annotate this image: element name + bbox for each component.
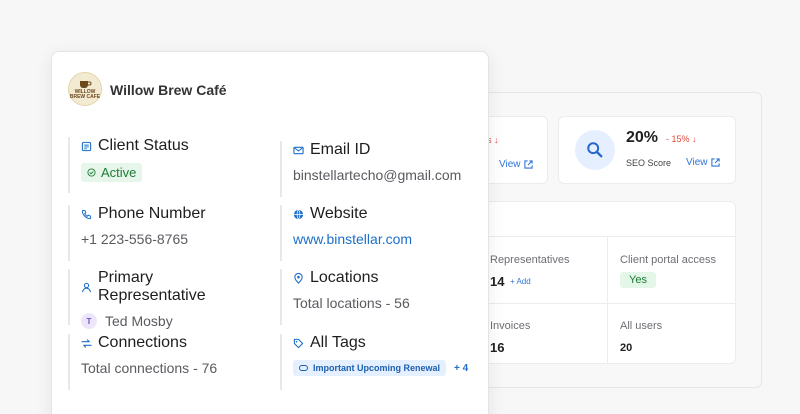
add-representative-link[interactable]: + Add [510,277,531,286]
tag-shape-icon [299,365,308,371]
tag-icon [293,338,304,348]
seo-score-label: SEO Score [626,158,672,168]
email-value[interactable]: binstellartecho@gmail.com [293,167,461,183]
website-link[interactable]: www.binstellar.com [293,231,412,247]
field-title: All Tags [310,334,366,351]
mail-icon [293,146,304,154]
globe-icon [293,209,304,219]
representatives-value: 14 [490,274,505,289]
phone-value: +1 223-556-8765 [81,231,189,247]
field-title: Client Status [98,137,189,154]
website-field: Website www.binstellar.com [280,205,475,261]
seo-score-value: 20% [626,129,659,146]
email-field: Email ID binstellartecho@gmail.com [280,141,475,197]
cafe-logo: WILLOW BREW CAFE [68,72,102,106]
location-pin-icon [294,272,303,284]
all-users-label: All users [620,320,663,332]
view-link[interactable]: View [499,159,533,170]
connections-value: Total connections - 76 [81,360,218,376]
external-link-icon [523,160,533,169]
list-icon [81,141,92,151]
more-tags-link[interactable]: + 4 [454,363,468,374]
coffee-cup-icon [80,80,92,88]
user-icon [82,282,91,292]
all-users-value: 20 [620,342,633,354]
seo-trend: - 15% ↓ [666,134,697,144]
divider [471,303,735,304]
field-title: Connections [98,334,187,351]
seo-icon-circle [575,130,615,170]
field-title: Email ID [310,141,371,158]
phone-field: Phone Number +1 223-556-8765 [68,205,263,261]
field-title: Locations [310,269,379,286]
connections-field: Connections Total connections - 76 [68,334,263,390]
divider [471,236,735,237]
field-title: Phone Number [98,205,206,222]
field-title: Website [310,205,368,222]
status-badge: Active [81,163,143,182]
all-tags-field: All Tags Important Upcoming Renewal + 4 [280,334,475,390]
external-link-icon [710,158,720,167]
primary-representative-field: Primary Representative T Ted Mosby [68,269,263,329]
invoices-value: 16 [490,340,505,355]
client-portal-label: Client portal access [620,254,716,266]
connections-icon [81,338,92,348]
locations-field: Locations Total locations - 56 [280,269,475,325]
seo-score-card: 20% - 15% ↓ SEO Score View [558,116,736,184]
logo-lettering: WILLOW BREW CAFE [69,88,101,100]
seo-view-link[interactable]: View [686,157,720,168]
field-title: Primary Representative [98,269,206,304]
stats-card: Representatives 14 + Add Client portal a… [470,201,736,364]
tag-chip[interactable]: Important Upcoming Renewal [293,360,447,376]
client-detail-card: WILLOW BREW CAFE Willow Brew Café Client… [51,51,489,414]
client-name: Willow Brew Café [110,82,227,98]
search-icon [587,142,603,158]
invoices-label: Invoices [490,320,531,332]
client-portal-badge: Yes [620,272,656,288]
representatives-label: Representatives [490,254,570,266]
phone-icon [81,209,92,219]
avatar: T [81,313,97,329]
check-circle-icon [87,168,96,177]
client-status-field: Client Status Active [68,137,263,193]
locations-value: Total locations - 56 [293,295,410,311]
divider [607,236,608,363]
representative-name: Ted Mosby [105,313,173,329]
